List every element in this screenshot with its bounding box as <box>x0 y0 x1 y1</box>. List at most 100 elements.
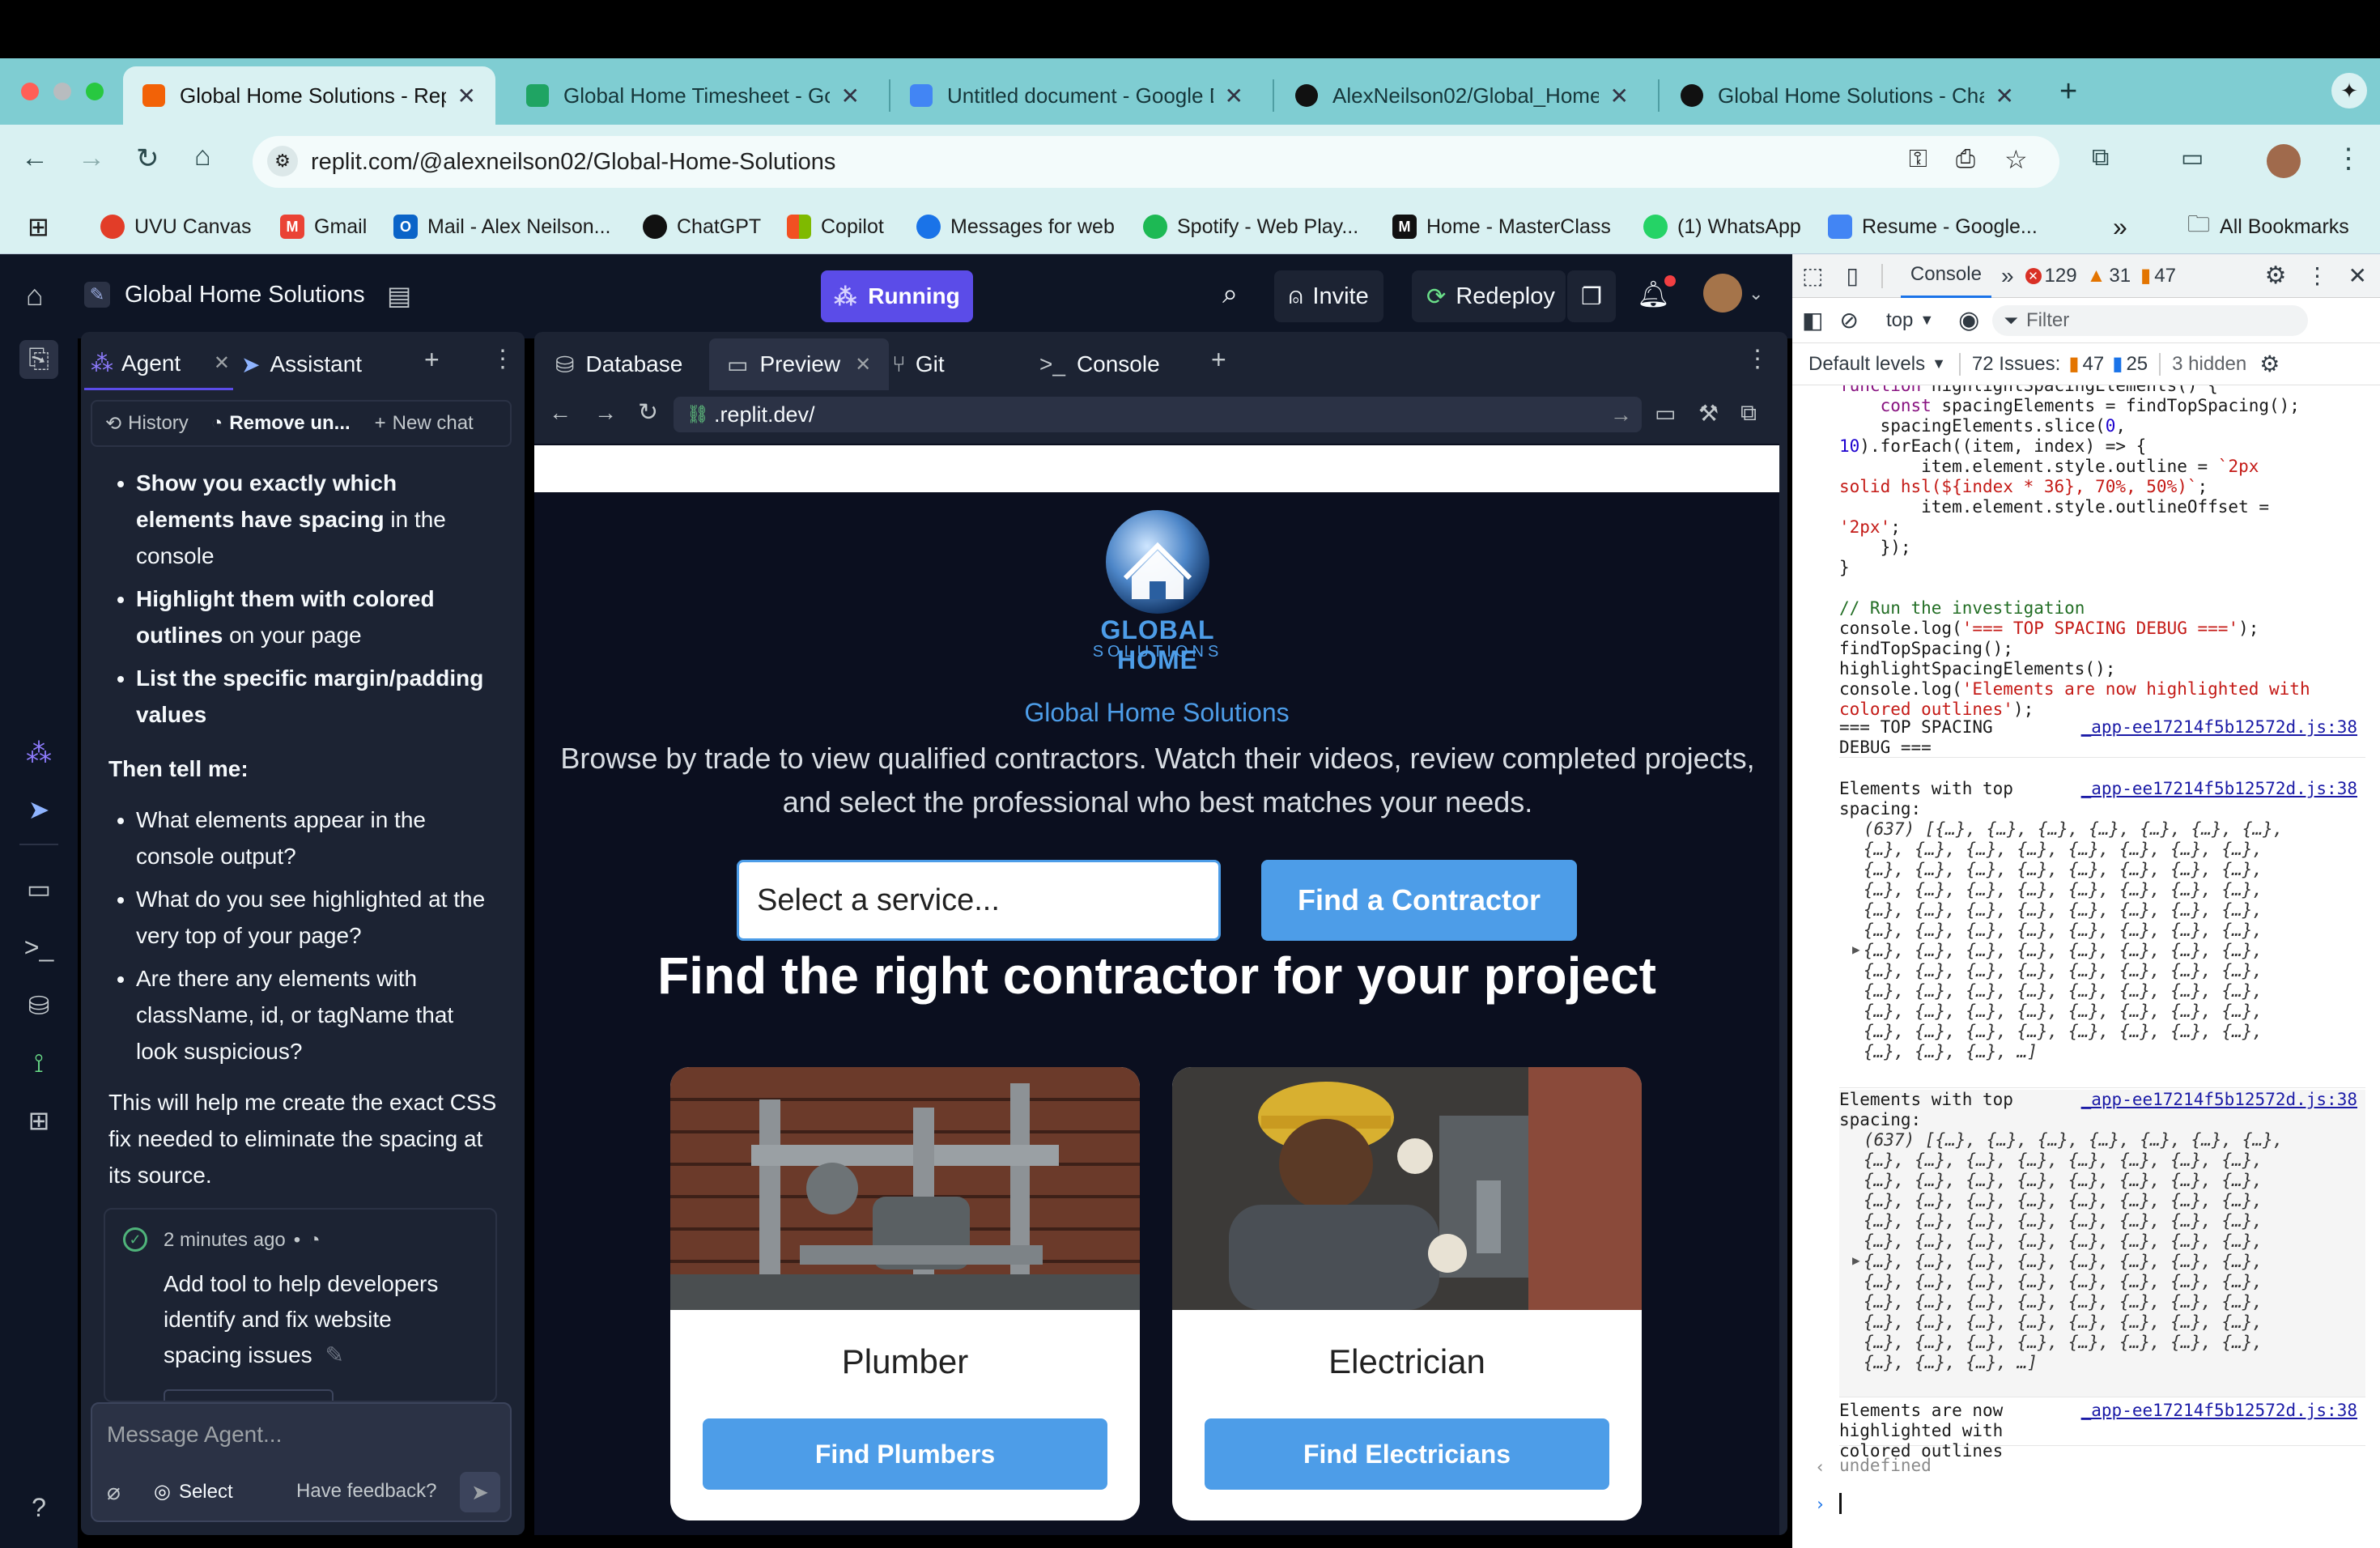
open-new-window-icon[interactable]: ⧉ <box>1740 400 1757 427</box>
tab-git[interactable]: ⑂ Git <box>874 338 963 390</box>
sidebar-toggle-icon[interactable]: ◧ <box>1802 307 1823 334</box>
password-key-icon[interactable]: ⚿ <box>1909 146 1927 173</box>
reload-icon[interactable]: ↻ <box>638 398 658 427</box>
forward-icon[interactable]: → <box>78 142 105 174</box>
extensions-icon[interactable]: ⧉ <box>2092 144 2109 172</box>
bookmark-item[interactable]: Spotify - Web Play... <box>1143 211 1358 243</box>
checkpoint-action[interactable] <box>164 1389 334 1401</box>
more-tabs-icon[interactable]: » <box>2001 263 2014 289</box>
minimize-window-icon[interactable] <box>53 83 71 100</box>
remove-button[interactable]: ◔ Remove un... <box>211 412 351 435</box>
find-contractor-button[interactable]: Find a Contractor <box>1261 860 1577 941</box>
browser-tab[interactable]: Global Home Solutions - ChatGPT ✕ <box>1661 66 2034 125</box>
new-tab-button[interactable]: + <box>2059 74 2077 109</box>
bookmark-item[interactable]: M Gmail <box>280 211 367 243</box>
object-array[interactable]: (637) [{…}, {…}, {…}, {…}, {…}, {…}, {…}… <box>1864 1130 2365 1373</box>
console-settings-gear-icon[interactable]: ⚙ <box>2259 351 2280 377</box>
more-options-icon[interactable]: ⋮ <box>1745 345 1770 373</box>
close-window-icon[interactable] <box>21 83 39 100</box>
browser-tab[interactable]: Global Home Solutions - Replit ✕ <box>123 66 495 125</box>
more-options-icon[interactable]: ⋮ <box>2306 262 2329 289</box>
clear-console-icon[interactable]: ⊘ <box>1839 307 1858 334</box>
back-icon[interactable]: ← <box>549 400 572 426</box>
service-select[interactable]: Select a service... <box>737 860 1221 941</box>
close-tab-icon[interactable]: ✕ <box>1995 83 2014 109</box>
close-tab-icon[interactable]: ✕ <box>457 83 476 109</box>
all-bookmarks-button[interactable]: 🗀 All Bookmarks <box>2187 211 2349 243</box>
search-icon[interactable]: ⌕ <box>1222 279 1238 310</box>
device-preview-icon[interactable]: ▭ <box>1655 400 1676 427</box>
message-input[interactable]: Message Agent... <box>107 1422 282 1448</box>
redeploy-button[interactable]: ⟳ Redeploy <box>1412 270 1566 322</box>
trade-card-electrician[interactable]: Electrician Find Electricians <box>1172 1067 1642 1520</box>
close-tab-icon[interactable]: ✕ <box>855 353 871 376</box>
close-tab-icon[interactable]: ✕ <box>1610 83 1629 109</box>
checkpoint-card[interactable]: ✓ 2 minutes ago • ◔ Add tool to help dev… <box>104 1208 497 1402</box>
more-bookmarks-button[interactable]: » <box>2113 211 2127 243</box>
inspect-element-icon[interactable]: ⬚ <box>1802 262 1823 289</box>
devtools-wrench-icon[interactable]: ⚒ <box>1698 400 1719 427</box>
feedback-link[interactable]: Have feedback? <box>296 1480 436 1503</box>
close-tab-icon[interactable]: ✕ <box>214 351 230 375</box>
bookmark-item[interactable]: (1) WhatsApp <box>1643 211 1801 243</box>
invite-button[interactable]: ⍝ Invite <box>1274 270 1383 322</box>
site-settings-icon[interactable]: ⚙ <box>267 146 298 176</box>
context-select[interactable]: top ▼ <box>1886 309 1934 332</box>
reload-icon[interactable]: ↻ <box>136 142 159 175</box>
log-levels-select[interactable]: Default levels ▼ <box>1808 353 1946 376</box>
tab-agent[interactable]: ⁂ Agent ✕ <box>84 338 233 390</box>
errors-counter[interactable]: ✕ 129 <box>2025 265 2077 287</box>
new-chat-button[interactable]: + New chat <box>375 412 474 435</box>
forward-icon[interactable]: → <box>594 400 617 426</box>
live-expression-eye-icon[interactable]: ◉ <box>1958 306 1979 334</box>
tab-assistant[interactable]: ➤ Assistant <box>241 338 362 390</box>
bookmark-item[interactable]: ChatGPT <box>643 211 761 243</box>
send-icon[interactable]: ➤ <box>460 1472 500 1512</box>
preview-url-bar[interactable]: ⛓ .replit.dev/ → <box>674 397 1642 432</box>
bookmark-item[interactable]: UVU Canvas <box>100 211 252 243</box>
go-arrow-icon[interactable]: → <box>1610 402 1632 427</box>
all-tools-icon[interactable]: ⊞ <box>19 1101 58 1140</box>
install-app-icon[interactable]: ⎙ <box>1956 146 1975 173</box>
bookmark-item[interactable]: Resume - Google... <box>1828 211 2038 243</box>
gemini-icon[interactable]: ✦ <box>2331 73 2367 108</box>
bookmark-star-icon[interactable]: ☆ <box>2004 144 2028 175</box>
bookmark-item[interactable]: Messages for web <box>916 211 1115 243</box>
find-electricians-button[interactable]: Find Electricians <box>1205 1418 1609 1490</box>
edit-pencil-icon[interactable]: ✎ <box>325 1342 343 1367</box>
history-button[interactable]: ⟲ History <box>105 412 189 436</box>
tab-search-icon[interactable]: ▭ <box>2181 144 2204 172</box>
source-link[interactable]: _app-ee17214f5b12572d.js:38 <box>2081 779 2357 799</box>
tab-console[interactable]: >_ Console <box>1022 338 1178 390</box>
filter-input[interactable]: ⏷ Filter <box>1992 304 2309 336</box>
apps-grid-icon[interactable]: ⊞ <box>28 211 49 243</box>
rollback-icon[interactable]: ◔ <box>308 1229 321 1252</box>
more-options-icon[interactable]: ⋮ <box>491 345 515 373</box>
info-counter[interactable]: ▮ 47 <box>2140 264 2176 287</box>
user-avatar[interactable] <box>1703 274 1742 313</box>
files-icon[interactable]: ⎘ <box>19 340 58 379</box>
settings-gear-icon[interactable]: ⚙ <box>2265 262 2287 290</box>
profile-avatar[interactable] <box>2267 144 2301 178</box>
bookmark-item[interactable]: Copilot <box>787 211 884 243</box>
browser-tab[interactable]: Untitled document - Google Docs ✕ <box>890 66 1263 125</box>
agent-icon[interactable]: ⁂ <box>19 734 58 772</box>
console-input[interactable] <box>1839 1493 1842 1514</box>
tab-database[interactable]: ⛁ Database <box>538 338 700 390</box>
home-icon[interactable]: ⌂ <box>26 279 44 313</box>
help-icon[interactable]: ? <box>19 1488 58 1527</box>
assistant-icon[interactable]: ➤ <box>19 790 58 829</box>
attach-paperclip-icon[interactable]: ⌀ <box>107 1478 121 1505</box>
home-icon[interactable]: ⌂ <box>194 141 211 172</box>
source-link[interactable]: _app-ee17214f5b12572d.js:38 <box>2081 1401 2357 1421</box>
chrome-menu-icon[interactable]: ⋮ <box>2335 142 2362 175</box>
source-link[interactable]: _app-ee17214f5b12572d.js:38 <box>2081 1090 2357 1110</box>
address-bar[interactable]: ⚙ replit.com/@alexneilson02/Global-Home-… <box>253 136 2059 188</box>
expand-triangle-icon[interactable]: ▶ <box>1852 939 1860 959</box>
bookmark-item[interactable]: O Mail - Alex Neilson... <box>393 211 610 243</box>
run-button[interactable]: ⁂ Running <box>821 270 973 322</box>
back-icon[interactable]: ← <box>21 142 49 174</box>
source-link[interactable]: _app-ee17214f5b12572d.js:38 <box>2081 717 2357 738</box>
tab-preview[interactable]: ▭ Preview ✕ <box>709 338 890 390</box>
object-array[interactable]: (637) [{…}, {…}, {…}, {…}, {…}, {…}, {…}… <box>1864 819 2365 1062</box>
